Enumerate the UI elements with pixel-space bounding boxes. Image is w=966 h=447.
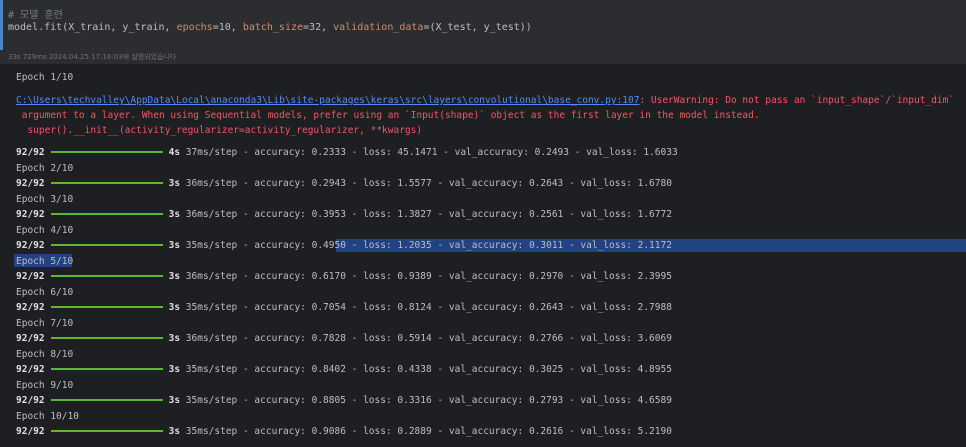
code-validation-val: =(X_test, y_test)) [423, 22, 532, 33]
epoch-header: Epoch 10/10 [16, 411, 79, 422]
epoch-steps: 92/92 [16, 364, 45, 375]
epoch-time: 4s [168, 147, 181, 158]
progress-bar [50, 181, 163, 184]
epoch-header: Epoch 5/10 [16, 256, 74, 267]
progress-bar [50, 305, 163, 308]
epoch-time: 3s [168, 271, 181, 282]
epoch-progress-line: 92/92 3s 36ms/step - accuracy: 0.6170 - l… [16, 271, 672, 283]
epoch-time: 3s [168, 209, 181, 220]
epoch-progress-line: 92/92 4s 37ms/step - accuracy: 0.2333 - l… [16, 147, 678, 159]
code-epochs-val: =10, [212, 22, 243, 33]
warning-file-link[interactable]: C:\Users\techvalley\AppData\Local\anacon… [16, 95, 639, 106]
epoch-metrics: 36ms/step - accuracy: 0.3953 - loss: 1.3… [180, 209, 672, 220]
epoch-progress-line: 92/92 3s 35ms/step - accuracy: 0.8402 - l… [16, 364, 672, 376]
epoch-header: Epoch 8/10 [16, 349, 74, 360]
epoch-metrics: 36ms/step - accuracy: 0.7828 - loss: 0.5… [180, 333, 672, 344]
progress-bar [50, 150, 163, 153]
execution-meta: 33s 729ms 2024.04.25 17:16:03에 실행되었습니다 [0, 50, 966, 64]
progress-bar [50, 398, 163, 401]
epoch-progress-line: 92/92 3s 35ms/step - accuracy: 0.9086 - l… [16, 426, 672, 438]
warning-line-3: super().__init__(activity_regularizer=ac… [16, 125, 423, 136]
code-cell[interactable]: # 모델 훈련 model.fit(X_train, y_train, epoc… [0, 0, 966, 50]
epoch-header: Epoch 9/10 [16, 380, 74, 391]
epoch-header: Epoch 2/10 [16, 163, 74, 174]
epoch-steps: 92/92 [16, 147, 45, 158]
epoch-progress-line: 92/92 3s 35ms/step - accuracy: 0.7054 - l… [16, 302, 672, 314]
progress-bar [50, 243, 163, 246]
progress-bar [50, 429, 163, 432]
epoch-steps: 92/92 [16, 178, 45, 189]
code-fit-prefix: model.fit(X_train, y_train, [8, 22, 177, 33]
warning-line-1: C:\Users\techvalley\AppData\Local\anacon… [16, 95, 954, 107]
progress-bar [50, 274, 163, 277]
epoch-progress-line: 92/92 3s 36ms/step - accuracy: 0.7828 - l… [16, 333, 672, 345]
epoch-header: Epoch 6/10 [16, 287, 74, 298]
code-batch-val: =32, [303, 22, 334, 33]
output-area[interactable]: Epoch 1/10 C:\Users\techvalley\AppData\L… [0, 64, 966, 447]
epoch-metrics: 35ms/step - accuracy: 0.8805 - loss: 0.3… [180, 395, 672, 406]
epoch-header-1: Epoch 1/10 [16, 72, 74, 83]
epoch-steps: 92/92 [16, 209, 45, 220]
epoch-steps: 92/92 [16, 333, 45, 344]
code-comment: # 모델 훈련 [8, 10, 63, 21]
progress-bar [50, 367, 163, 370]
epoch-progress-line: 92/92 3s 35ms/step - accuracy: 0.8805 - l… [16, 395, 672, 407]
epoch-time: 3s [168, 333, 181, 344]
epoch-steps: 92/92 [16, 240, 45, 251]
epoch-header: Epoch 7/10 [16, 318, 74, 329]
epoch-header: Epoch 4/10 [16, 225, 74, 236]
progress-bar [50, 336, 163, 339]
progress-bar [50, 212, 163, 215]
epoch-progress-line: 92/92 3s 36ms/step - accuracy: 0.2943 - l… [16, 178, 672, 190]
code-batch-kw: batch_size [242, 22, 304, 33]
epoch-steps: 92/92 [16, 426, 45, 437]
epoch-steps: 92/92 [16, 395, 45, 406]
code-epochs-kw: epochs [176, 22, 213, 33]
epoch-time: 3s [168, 426, 181, 437]
code-validation-kw: validation_data [333, 22, 424, 33]
epoch-time: 3s [168, 395, 181, 406]
epoch-time: 3s [168, 364, 181, 375]
epoch-metrics: 37ms/step - accuracy: 0.2333 - loss: 45.… [180, 147, 678, 158]
code-fit-line[interactable]: model.fit(X_train, y_train, epochs=10, b… [8, 22, 532, 33]
epoch-steps: 92/92 [16, 271, 45, 282]
epoch-metrics: 35ms/step - accuracy: 0.9086 - loss: 0.2… [180, 426, 672, 437]
epoch-progress-line: 92/92 3s 36ms/step - accuracy: 0.3953 - l… [16, 209, 672, 221]
epoch-header: Epoch 3/10 [16, 194, 74, 205]
epoch-time: 3s [168, 240, 181, 251]
epoch-steps: 92/92 [16, 302, 45, 313]
warning-line-2: argument to a layer. When using Sequenti… [16, 110, 760, 121]
epoch-time: 3s [168, 302, 181, 313]
epoch-metrics: 36ms/step - accuracy: 0.6170 - loss: 0.9… [180, 271, 672, 282]
epoch-metrics: 36ms/step - accuracy: 0.2943 - loss: 1.5… [180, 178, 672, 189]
epoch-progress-line: 92/92 3s 35ms/step - accuracy: 0.4950 - l… [16, 240, 672, 252]
warning-message-1: : UserWarning: Do not pass an `input_sha… [639, 95, 955, 106]
epoch-metrics: 35ms/step - accuracy: 0.4950 - loss: 1.2… [180, 240, 672, 251]
epoch-metrics: 35ms/step - accuracy: 0.7054 - loss: 0.8… [180, 302, 672, 313]
epoch-metrics: 35ms/step - accuracy: 0.8402 - loss: 0.4… [180, 364, 672, 375]
epoch-time: 3s [168, 178, 181, 189]
